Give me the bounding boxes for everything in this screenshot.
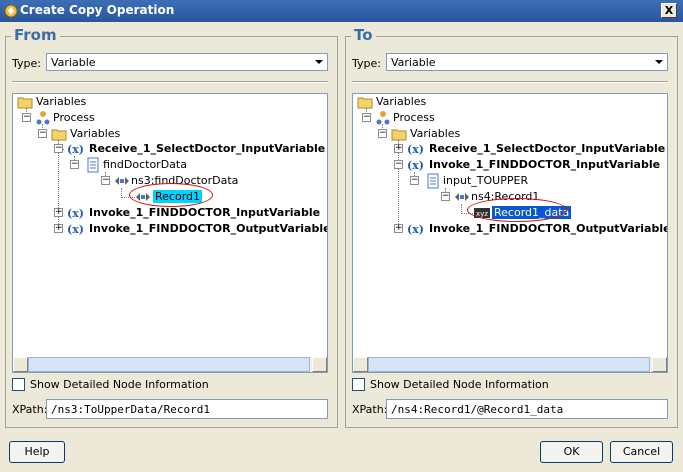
scroll-right-button[interactable] — [652, 357, 667, 372]
svg-text:(x): (x) — [407, 159, 424, 172]
from-type-value: Variable — [51, 56, 96, 69]
to-type-select[interactable]: Variable — [386, 53, 668, 71]
document-icon — [87, 157, 99, 173]
to-title: To — [351, 26, 376, 44]
document-icon — [427, 173, 439, 189]
tree-line — [398, 140, 399, 230]
scroll-left-button[interactable] — [353, 357, 368, 372]
variable-icon: (x) — [67, 143, 84, 156]
chevron-down-icon[interactable] — [651, 54, 667, 70]
variable-icon: (x) — [67, 223, 84, 236]
from-detail-checkbox[interactable] — [12, 378, 25, 391]
collapse-icon[interactable]: − — [70, 160, 79, 169]
tree-label: Variables — [376, 95, 427, 108]
to-xpath-label: XPath: — [352, 403, 388, 416]
svg-text:(x): (x) — [407, 223, 424, 236]
to-detail-checkbox-label[interactable]: Show Detailed Node Information — [370, 378, 549, 391]
horizontal-scrollbar[interactable] — [13, 357, 327, 372]
svg-text:(x): (x) — [67, 223, 84, 236]
element-icon — [455, 193, 469, 201]
variable-icon: (x) — [67, 207, 84, 220]
expand-icon[interactable]: + — [394, 144, 403, 153]
to-separator — [352, 81, 668, 83]
collapse-icon[interactable]: − — [22, 113, 31, 122]
scroll-thumb[interactable] — [28, 357, 310, 372]
tree-label: Invoke_1_FINDDOCTOR_InputVariable — [429, 158, 661, 171]
to-tree[interactable]: Variables − Process − Variables + (x) Re… — [352, 93, 668, 373]
scroll-right-button[interactable] — [312, 357, 327, 372]
help-button[interactable]: Help — [9, 441, 65, 463]
app-icon — [4, 4, 18, 18]
tree-label: Variables — [36, 95, 87, 108]
collapse-icon[interactable]: − — [54, 144, 63, 153]
ok-button[interactable]: OK — [540, 441, 603, 463]
to-detail-checkbox[interactable] — [352, 378, 365, 391]
process-icon — [376, 111, 390, 125]
to-xpath-field[interactable]: /ns4:Record1/@Record1_data — [386, 399, 668, 419]
tree-label: Process — [53, 111, 95, 124]
window-title: Create Copy Operation — [20, 3, 175, 17]
collapse-icon[interactable]: − — [394, 160, 403, 169]
from-xpath-field[interactable]: /ns3:ToUpperData/Record1 — [46, 399, 328, 419]
from-detail-checkbox-label[interactable]: Show Detailed Node Information — [30, 378, 209, 391]
collapse-icon[interactable]: − — [378, 129, 387, 138]
tree-label: input_TOUPPER — [443, 174, 529, 187]
from-separator — [12, 81, 328, 83]
from-panel: From Type: Variable Variables − Process … — [5, 24, 338, 429]
variable-icon: (x) — [407, 159, 424, 172]
process-icon — [36, 111, 50, 125]
tree-label: Receive_1_SelectDoctor_InputVariable — [429, 142, 666, 155]
tree-label: Variables — [70, 127, 121, 140]
to-type-label: Type: — [352, 57, 381, 70]
from-xpath-label: XPath: — [12, 403, 48, 416]
scroll-left-button[interactable] — [13, 357, 28, 372]
from-type-select[interactable]: Variable — [46, 53, 328, 71]
folder-icon — [17, 97, 33, 109]
expand-icon[interactable]: + — [54, 208, 63, 217]
tree-label: Invoke_1_FINDDOCTOR_OutputVariable — [89, 222, 328, 235]
title-bar: Create Copy Operation X — [0, 0, 683, 22]
folder-icon — [51, 129, 67, 141]
expand-icon[interactable]: + — [394, 224, 403, 233]
svg-text:(x): (x) — [407, 143, 424, 156]
tree-label: Variables — [410, 127, 461, 140]
from-type-label: Type: — [12, 57, 41, 70]
svg-text:(x): (x) — [67, 207, 84, 220]
from-tree[interactable]: Variables − Process − Variables − (x) Re… — [12, 93, 328, 373]
close-button[interactable]: X — [661, 3, 677, 18]
collapse-icon[interactable]: − — [441, 192, 450, 201]
collapse-icon[interactable]: − — [410, 176, 419, 185]
collapse-icon[interactable]: − — [101, 176, 110, 185]
highlight-oval — [129, 183, 213, 207]
variable-icon: (x) — [407, 143, 424, 156]
folder-icon — [391, 129, 407, 141]
tree-label: Process — [393, 111, 435, 124]
collapse-icon[interactable]: − — [38, 129, 47, 138]
horizontal-scrollbar[interactable] — [353, 357, 667, 372]
folder-icon — [357, 97, 373, 109]
collapse-icon[interactable]: − — [362, 113, 371, 122]
highlight-oval — [467, 198, 567, 222]
from-title: From — [11, 26, 60, 44]
tree-label: Receive_1_SelectDoctor_InputVariable — [89, 142, 326, 155]
to-panel: To Type: Variable Variables − Process − … — [345, 24, 678, 429]
tree-label: Invoke_1_FINDDOCTOR_InputVariable — [89, 206, 321, 219]
tree-label: Invoke_1_FINDDOCTOR_OutputVariable — [429, 222, 668, 235]
chevron-down-icon[interactable] — [311, 54, 327, 70]
to-type-value: Variable — [391, 56, 436, 69]
scroll-thumb[interactable] — [368, 357, 650, 372]
element-icon — [115, 177, 129, 185]
expand-icon[interactable]: + — [54, 224, 63, 233]
svg-text:(x): (x) — [67, 143, 84, 156]
variable-icon: (x) — [407, 223, 424, 236]
cancel-button[interactable]: Cancel — [610, 441, 673, 463]
tree-label: findDoctorData — [103, 158, 187, 171]
